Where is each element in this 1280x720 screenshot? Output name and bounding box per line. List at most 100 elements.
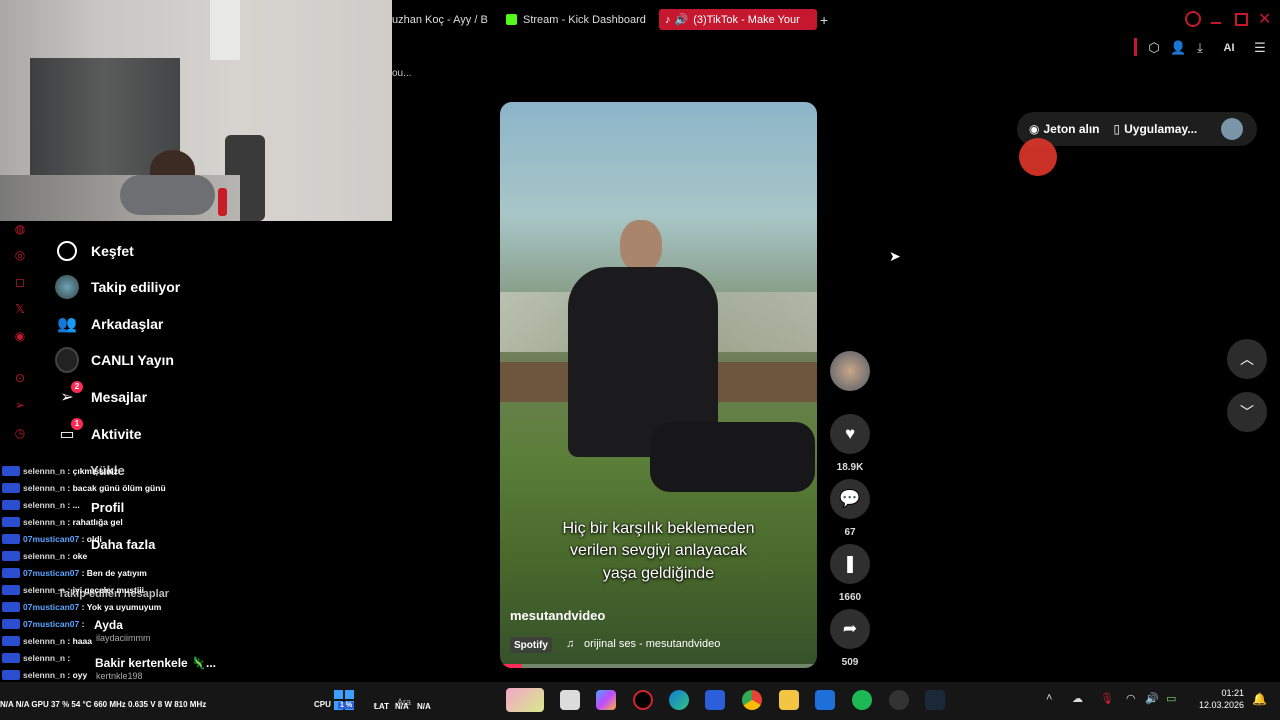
sidebar-item-label: Arkadaşlar xyxy=(91,316,164,332)
tab-label: (3)TikTok - Make Your xyxy=(693,13,800,26)
tab-kick-dashboard[interactable]: Stream - Kick Dashboard xyxy=(506,9,646,30)
edge-icon[interactable] xyxy=(669,690,689,710)
save-button[interactable]: ❚ 1660 xyxy=(830,544,870,603)
share-button[interactable]: ➦ 509 xyxy=(830,609,870,668)
history-icon[interactable]: ◷ xyxy=(12,425,28,441)
sidebar-item-following[interactable]: Takip ediliyor xyxy=(55,273,180,301)
copilot-icon[interactable] xyxy=(596,690,616,710)
avatar[interactable] xyxy=(1221,118,1243,140)
sidebar-item-explore[interactable]: Keşfet xyxy=(55,237,134,265)
chat-text: oke xyxy=(72,550,88,561)
heart-icon: ♥ xyxy=(830,414,870,454)
chevron-up-icon[interactable]: ˄ xyxy=(1046,692,1052,704)
chat-separator: : xyxy=(79,567,87,578)
clock-time[interactable]: 01:21 xyxy=(1194,688,1244,698)
chat-badge-icon xyxy=(2,601,20,612)
chat-badge-icon xyxy=(2,533,20,544)
progress-track[interactable] xyxy=(500,664,817,668)
tab-youtube[interactable]: uzhan Koç - Ayy / B xyxy=(392,9,488,30)
chat-message: selennn_n : rahatlığa gel xyxy=(0,513,123,530)
page-hint: ou... xyxy=(392,68,412,79)
microphone-icon[interactable]: 🎙 xyxy=(1100,692,1114,705)
x-icon[interactable]: 𝕏 xyxy=(12,301,28,317)
chat-text: ... xyxy=(72,499,80,510)
notifications-icon[interactable]: 🔔 xyxy=(1252,692,1267,706)
wifi-icon[interactable]: ◠ xyxy=(1126,692,1136,705)
discord-icon[interactable]: ◉ xyxy=(12,328,28,344)
cloud-icon[interactable]: ☁ xyxy=(1072,692,1083,705)
spotify-icon[interactable] xyxy=(852,690,872,710)
new-tab-button[interactable]: + xyxy=(820,9,828,30)
opera-gx-icon[interactable] xyxy=(633,690,653,710)
creator-avatar-button[interactable] xyxy=(830,351,870,391)
bottle xyxy=(218,188,227,216)
chat-separator: : xyxy=(65,584,73,595)
chat-username: selennn_n xyxy=(23,584,66,595)
player-icon[interactable]: ⊙ xyxy=(12,370,28,386)
spotify-badge[interactable]: Spotify xyxy=(510,637,552,653)
chat-message: selennn_n : xyxy=(0,649,73,666)
chat-badge-icon xyxy=(2,584,20,595)
chevron-up-icon: ︿ xyxy=(1240,351,1254,367)
menu-icon[interactable]: ☰ xyxy=(1252,40,1268,56)
previous-video-button[interactable]: ︿ xyxy=(1227,339,1267,379)
store-icon[interactable] xyxy=(705,690,725,710)
clock-date[interactable]: 12.03.2026 xyxy=(1194,700,1244,710)
sidebar-item-messages[interactable]: ➢ 2 Mesajlar xyxy=(55,381,147,411)
like-count: 18.9K xyxy=(836,462,864,473)
get-app-button[interactable]: Uygulamay... xyxy=(1124,122,1197,136)
chat-separator: : xyxy=(65,499,73,510)
download-icon[interactable]: ⤓ xyxy=(1192,40,1208,56)
maximize-icon[interactable] xyxy=(1235,13,1248,26)
minimize-icon[interactable] xyxy=(1211,22,1221,24)
chat-username: 07mustican07 xyxy=(23,618,80,629)
sidebar-item-friends[interactable]: 👥 Arkadaşlar xyxy=(55,310,163,338)
chat-text: bacak günü ölüm günü xyxy=(72,482,166,493)
profile-icon[interactable]: 👤 xyxy=(1170,40,1186,56)
save-count: 1660 xyxy=(838,592,862,603)
chat-message: selennn_n : bacak günü ölüm günü xyxy=(0,479,166,496)
comment-button[interactable]: 💬 67 xyxy=(830,479,870,538)
chat-username: 07mustican07 xyxy=(23,533,80,544)
volume-icon[interactable]: 🔊 xyxy=(1145,692,1159,705)
chat-separator: : xyxy=(65,482,73,493)
streamer-logo xyxy=(1019,138,1057,176)
chat-message: 07mustican07 : oldi xyxy=(0,530,102,547)
whatsapp-icon[interactable]: ◎ xyxy=(12,247,28,263)
next-video-button[interactable]: ﹀ xyxy=(1227,392,1267,432)
search-icon[interactable] xyxy=(1185,11,1201,27)
extensions-icon[interactable]: ⬡ xyxy=(1146,40,1162,56)
steam-icon[interactable] xyxy=(925,690,945,710)
get-coins-button[interactable]: Jeton alın xyxy=(1043,122,1099,136)
chat-message: selennn_n : çıkmışsınız xyxy=(0,462,118,479)
chat-badge-icon xyxy=(2,482,20,493)
like-button[interactable]: ♥ 18.9K xyxy=(830,414,870,473)
chat-text: oldi xyxy=(86,533,102,544)
sidebar-item-activity[interactable]: ▭ 1 Aktivite xyxy=(55,418,142,448)
outlook-icon[interactable] xyxy=(815,690,835,710)
chat-text: haaa xyxy=(72,635,92,646)
chat-username: selennn_n xyxy=(23,550,66,561)
chat-text: Yok ya uyumuyum xyxy=(86,601,162,612)
settings-icon[interactable] xyxy=(889,690,909,710)
sound-name[interactable]: orijinal ses - mesutandvideo xyxy=(584,638,720,650)
air-conditioner xyxy=(210,0,240,60)
instagram-icon[interactable]: ◻ xyxy=(12,274,28,290)
sidebar-item-live[interactable]: CANLI Yayın xyxy=(55,346,174,374)
send-icon[interactable]: ➢ xyxy=(12,397,28,413)
tab-tiktok[interactable]: ♪ 🔊 (3)TikTok - Make Your xyxy=(659,9,817,30)
man-head xyxy=(620,220,662,272)
comment-icon: 💬 xyxy=(830,479,870,519)
video-author[interactable]: mesutandvideo xyxy=(510,608,605,623)
chat-separator: : xyxy=(65,652,73,663)
video-player[interactable]: Hiç bir karşılık beklemeden verilen sevg… xyxy=(500,102,817,668)
close-icon[interactable]: ✕ xyxy=(1258,9,1271,29)
chrome-icon[interactable] xyxy=(742,690,762,710)
ai-button[interactable]: AI xyxy=(1216,40,1242,56)
file-viewer-icon[interactable] xyxy=(560,690,580,710)
chat-badge-icon xyxy=(2,550,20,561)
widgets-icon[interactable] xyxy=(506,688,544,712)
file-explorer-icon[interactable] xyxy=(779,690,799,710)
battery-icon[interactable]: ▭ xyxy=(1166,692,1176,705)
messenger-icon[interactable]: ◍ xyxy=(12,221,28,237)
